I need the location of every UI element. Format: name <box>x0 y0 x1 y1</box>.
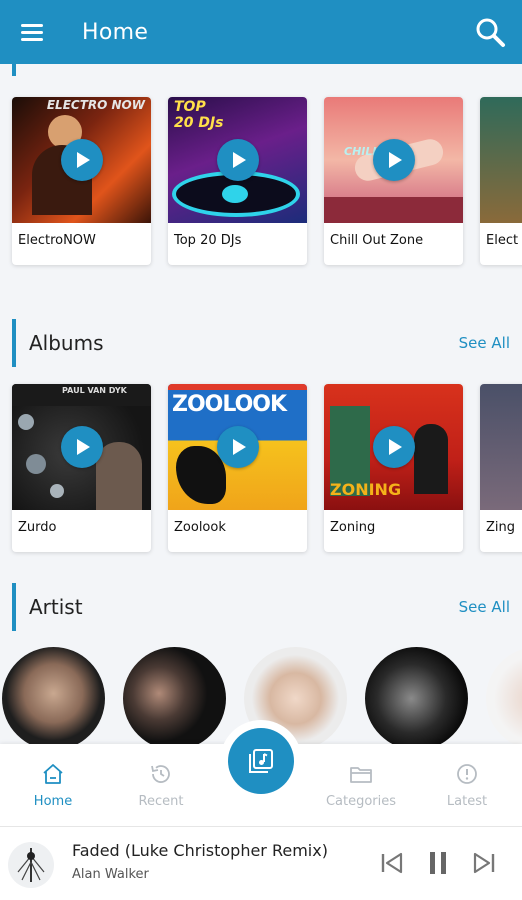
section-title: Albums <box>29 331 104 355</box>
album-card[interactable]: Zing <box>480 384 522 552</box>
album-card[interactable]: PAUL VAN DYK Zurdo <box>12 384 151 552</box>
playlist-artwork: TOP 20 DJs <box>168 97 307 223</box>
nav-label: Recent <box>138 794 184 809</box>
library-fab-button[interactable] <box>228 728 294 794</box>
playlist-title: Top 20 DJs <box>174 233 242 248</box>
playlist-artwork: ELECTRO NOW <box>12 97 151 223</box>
app-bar: Home <box>0 0 522 64</box>
artwork-text: ELECTRO NOW <box>46 98 145 112</box>
playlist-card[interactable]: ELECTRO NOW ElectroNOW <box>12 97 151 265</box>
play-button[interactable] <box>372 426 415 468</box>
artist-avatar[interactable] <box>365 647 468 744</box>
next-icon[interactable] <box>470 849 498 877</box>
artwork-text: TOP 20 DJs <box>174 99 224 131</box>
section-accent-bar <box>12 64 16 76</box>
artwork-text: ZONING <box>330 480 402 499</box>
pause-icon[interactable] <box>424 849 452 877</box>
mini-player[interactable]: Faded (Luke Christopher Remix) Alan Walk… <box>0 826 522 900</box>
play-button[interactable] <box>60 426 103 468</box>
album-card[interactable]: ZONING Zoning <box>324 384 463 552</box>
album-artwork: ZONING <box>324 384 463 510</box>
album-artwork <box>480 384 522 510</box>
playlist-title: Elect <box>486 233 519 248</box>
album-card[interactable]: ZOOLOOK Zoolook <box>168 384 307 552</box>
music-library-icon <box>249 749 273 773</box>
playlist-title: ElectroNOW <box>18 233 96 248</box>
play-button[interactable] <box>372 139 415 181</box>
search-icon[interactable] <box>474 16 506 48</box>
artwork-text: ZOOLOOK <box>172 392 287 417</box>
section-accent-bar <box>12 583 16 631</box>
albums-see-all-link[interactable]: See All <box>459 334 510 352</box>
playlist-artwork <box>480 97 522 223</box>
nav-label: Latest <box>446 794 488 809</box>
play-button[interactable] <box>216 139 259 181</box>
playlist-artwork: CHILL OUT <box>324 97 463 223</box>
artist-avatar[interactable] <box>123 647 226 744</box>
section-accent-bar <box>12 319 16 367</box>
playlist-title: Chill Out Zone <box>330 233 424 248</box>
page-title: Home <box>82 19 149 45</box>
nav-categories[interactable]: Categories <box>316 762 406 809</box>
alert-icon <box>457 764 477 784</box>
menu-button[interactable] <box>0 0 64 64</box>
playlist-card[interactable]: CHILL OUT Chill Out Zone <box>324 97 463 265</box>
album-artwork: PAUL VAN DYK <box>12 384 151 510</box>
playlist-row: ELECTRO NOW ElectroNOW TOP 20 DJs Top 20… <box>12 97 522 265</box>
now-playing-artwork <box>8 842 54 888</box>
artist-see-all-link[interactable]: See All <box>459 598 510 616</box>
artist-avatar[interactable] <box>486 647 522 744</box>
artist-section-header: Artist See All <box>12 583 510 631</box>
now-playing-artist: Alan Walker <box>72 867 149 882</box>
playlist-card[interactable]: TOP 20 DJs Top 20 DJs <box>168 97 307 265</box>
bottom-navigation: Home Recent Categories Latest <box>0 728 522 826</box>
playlist-card[interactable]: Elect <box>480 97 522 265</box>
album-title: Zurdo <box>18 520 57 535</box>
nav-label: Home <box>33 794 73 809</box>
folder-icon <box>350 767 372 783</box>
album-artwork: ZOOLOOK <box>168 384 307 510</box>
nav-home[interactable]: Home <box>8 762 98 809</box>
section-title: Artist <box>29 595 83 619</box>
nav-recent[interactable]: Recent <box>116 762 206 809</box>
history-icon <box>151 765 170 783</box>
artist-avatar[interactable] <box>2 647 105 744</box>
play-button[interactable] <box>216 426 259 468</box>
artwork-text: PAUL VAN DYK <box>62 386 127 395</box>
albums-section-header: Albums See All <box>12 319 510 367</box>
hamburger-icon <box>21 24 43 41</box>
nav-label: Categories <box>325 794 397 809</box>
nav-latest[interactable]: Latest <box>422 762 512 809</box>
album-title: Zoolook <box>174 520 226 535</box>
previous-icon[interactable] <box>378 849 406 877</box>
home-content: ELECTRO NOW ElectroNOW TOP 20 DJs Top 20… <box>0 64 522 744</box>
now-playing-title: Faded (Luke Christopher Remix) <box>72 841 328 860</box>
album-title: Zoning <box>330 520 376 535</box>
play-button[interactable] <box>60 139 103 181</box>
home-icon <box>43 764 63 784</box>
album-title: Zing <box>486 520 516 535</box>
album-row: PAUL VAN DYK Zurdo ZOOLOOK Zoolook ZONIN… <box>12 384 522 552</box>
